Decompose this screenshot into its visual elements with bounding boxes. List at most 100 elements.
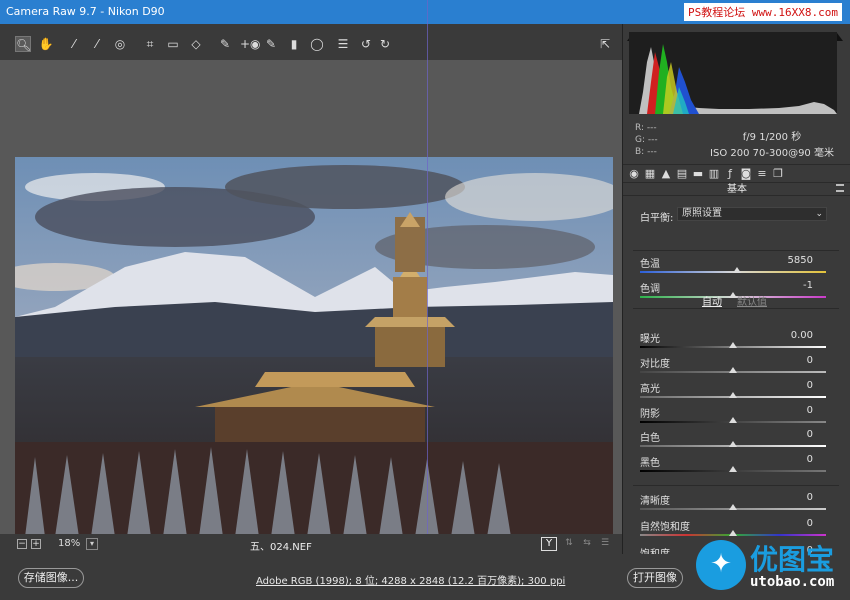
watermark: PS教程论坛 www.16XX8.com [684, 3, 842, 21]
tone-curve-tab-icon[interactable]: ▦ [643, 167, 657, 181]
clarity-value[interactable]: 0 [773, 492, 813, 503]
shadows-slider-thumb[interactable] [729, 417, 737, 423]
fullscreen-icon[interactable]: ⇱ [597, 36, 613, 52]
adjustments-panel: R: --- G: --- B: --- f/9 1/200 秒 ISO 200… [622, 24, 850, 563]
wb-label: 白平衡: [640, 213, 674, 224]
white-balance-icon[interactable]: ⁄ [66, 36, 82, 52]
before-after-toggle[interactable]: Y [541, 537, 557, 551]
spot-removal-icon[interactable]: ✎ [217, 36, 233, 52]
toolbar: 🔍︎ ✋ ⁄ ⁄ ◎ ⌗ ▭ ◇ ✎ +◉ ✎ ▮ ◯ ☰ ↺ ↻ ⇱ [0, 24, 622, 60]
lens-info: ISO 200 70-300@90 毫米 [710, 148, 834, 159]
graduated-filter-icon[interactable]: ▮ [286, 36, 302, 52]
targeted-adjust-icon[interactable]: ◎ [112, 36, 128, 52]
open-image-button[interactable]: 打开图像 [627, 568, 683, 588]
vibrance-label: 自然饱和度 [640, 522, 690, 533]
transform-icon[interactable]: ◇ [188, 36, 204, 52]
r-value: --- [646, 123, 657, 133]
highlights-label: 高光 [640, 384, 660, 395]
temperature-label: 色温 [640, 259, 660, 270]
bird-logo-icon: ✦ [696, 540, 746, 590]
basic-tab-icon[interactable]: ◉ [627, 167, 641, 181]
contrast-value[interactable]: 0 [773, 355, 813, 366]
auto-link[interactable]: 自动 [702, 293, 722, 308]
exposure-info: f/9 1/200 秒 [742, 132, 802, 143]
red-eye-icon[interactable]: +◉ [240, 36, 261, 52]
save-image-button[interactable]: 存储图像... [18, 568, 84, 588]
logo-domain: utobao.com [750, 574, 835, 590]
workflow-options-link[interactable]: Adobe RGB (1998); 8 位; 4288 x 2848 (12.2… [256, 572, 565, 587]
default-link[interactable]: 默认值 [737, 293, 767, 308]
section-title: 基本 [623, 182, 850, 196]
temperature-value[interactable]: 5850 [773, 255, 813, 266]
logo-name: 优图宝 [750, 543, 835, 576]
shadows-label: 阴影 [640, 409, 660, 420]
radial-filter-icon[interactable]: ◯ [309, 36, 325, 52]
hand-icon[interactable]: ✋ [38, 36, 54, 52]
effects-tab-icon[interactable]: ƒ [723, 167, 737, 181]
rotate-cw-icon[interactable]: ↻ [377, 36, 393, 52]
vertical-guide-line [427, 0, 428, 600]
whites-slider-thumb[interactable] [729, 441, 737, 447]
swap-before-after-icon[interactable]: ⇅ [562, 538, 576, 550]
hsl-tab-icon[interactable]: ▤ [675, 167, 689, 181]
white-balance-select[interactable]: 原照设置 ⌄ [677, 207, 827, 221]
contrast-slider-thumb[interactable] [729, 367, 737, 373]
preview-image[interactable] [15, 157, 613, 555]
tint-slider-thumb[interactable] [729, 292, 737, 298]
site-logo: ✦ 优图宝 utobao.com [690, 532, 850, 600]
b-value: --- [647, 147, 657, 157]
camera-calibration-tab-icon[interactable]: ◙ [739, 167, 753, 181]
exposure-label: 曝光 [640, 334, 660, 345]
whites-label: 白色 [640, 433, 660, 444]
clarity-slider-thumb[interactable] [729, 504, 737, 510]
rgb-readout: R: --- G: --- B: --- [635, 122, 658, 158]
blacks-slider-thumb[interactable] [729, 466, 737, 472]
vibrance-value[interactable]: 0 [773, 518, 813, 529]
zoom-in-icon[interactable]: + [31, 539, 41, 549]
exposure-slider-thumb[interactable] [729, 342, 737, 348]
shadows-value[interactable]: 0 [773, 405, 813, 416]
tint-value[interactable]: -1 [773, 280, 813, 291]
detail-tab-icon[interactable]: ▲ [659, 167, 673, 181]
section-divider [633, 485, 839, 486]
g-label: G: [635, 135, 646, 145]
presets-tab-icon[interactable]: ≡ [755, 167, 769, 181]
section-divider [633, 308, 839, 309]
zoom-icon[interactable]: 🔍︎ [15, 36, 31, 52]
tint-label: 色调 [640, 284, 660, 295]
zoom-level: 18% [58, 538, 81, 549]
exposure-value[interactable]: 0.00 [773, 330, 813, 341]
preview-canvas [0, 60, 622, 555]
highlights-slider-thumb[interactable] [729, 392, 737, 398]
blacks-value[interactable]: 0 [773, 454, 813, 465]
b-label: B: [635, 147, 645, 157]
straighten-icon[interactable]: ▭ [165, 36, 181, 52]
panel-menu-icon[interactable] [836, 184, 844, 192]
adjustment-brush-icon[interactable]: ✎ [263, 36, 279, 52]
r-label: R: [635, 123, 645, 133]
color-sampler-icon[interactable]: ⁄ [89, 36, 105, 52]
clarity-label: 清晰度 [640, 496, 670, 507]
status-bar: − + 18% ▾ 五、024.NEF Y ⇅ ⇆ ☰ [0, 534, 622, 554]
crop-icon[interactable]: ⌗ [142, 36, 158, 52]
copy-settings-icon[interactable]: ⇆ [580, 538, 594, 550]
title-bar: Camera Raw 9.7 - Nikon D90 PS教程论坛 www.16… [0, 0, 850, 24]
split-toning-tab-icon[interactable]: ▬ [691, 167, 705, 181]
zoom-dropdown-icon[interactable]: ▾ [86, 538, 98, 550]
histogram [629, 32, 837, 114]
snapshots-tab-icon[interactable]: ❐ [771, 167, 785, 181]
toggle-settings-icon[interactable]: ☰ [598, 538, 612, 550]
preferences-icon[interactable]: ☰ [335, 36, 351, 52]
zoom-out-icon[interactable]: − [17, 539, 27, 549]
lens-corrections-tab-icon[interactable]: ▥ [707, 167, 721, 181]
highlights-value[interactable]: 0 [773, 380, 813, 391]
whites-value[interactable]: 0 [773, 429, 813, 440]
blacks-label: 黑色 [640, 458, 660, 469]
rotate-ccw-icon[interactable]: ↺ [358, 36, 374, 52]
panel-tabs: ◉ ▦ ▲ ▤ ▬ ▥ ƒ ◙ ≡ ❐ [623, 164, 850, 182]
file-name: 五、024.NEF [250, 542, 312, 553]
contrast-label: 对比度 [640, 359, 670, 370]
g-value: --- [647, 135, 658, 145]
temperature-slider-thumb[interactable] [732, 267, 741, 273]
chevron-down-icon: ⌄ [815, 209, 823, 219]
